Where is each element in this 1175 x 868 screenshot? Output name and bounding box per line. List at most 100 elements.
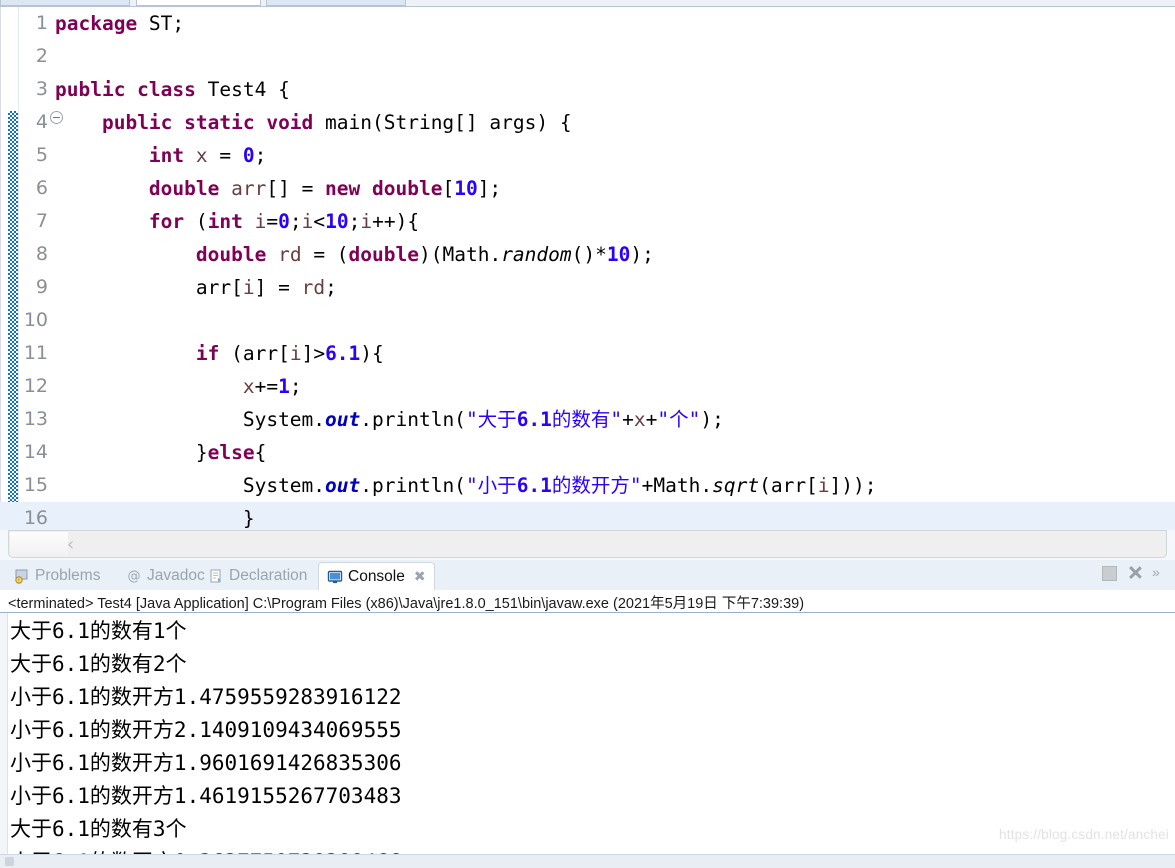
code-token: "大于	[465, 408, 517, 431]
code-token: 6.1	[516, 408, 552, 431]
code-token: i	[242, 210, 267, 233]
code-text: package ST;	[55, 7, 184, 40]
bottom-scroll-thumb[interactable]	[5, 857, 14, 866]
line-number: 14	[23, 441, 48, 463]
code-token: for	[148, 210, 185, 233]
editor-tab-2-active[interactable]	[136, 0, 261, 6]
code-token: = (	[313, 243, 349, 266]
code-line[interactable]: 11 if (arr[i]>6.1){	[0, 337, 1175, 370]
code-line[interactable]: 5 int x = 0;	[0, 139, 1175, 172]
code-line[interactable]: 4− public static void main(String[] args…	[0, 106, 1175, 139]
code-line[interactable]: 16 }	[0, 502, 1175, 530]
line-number: 9	[35, 276, 48, 298]
console-output-line: 小于6.1的数开方2.1409109434069555	[10, 718, 402, 742]
source-editor[interactable]: 1 package ST; 2 3 public class Test4 {4− pub…	[0, 7, 1175, 530]
code-token: 0	[242, 144, 255, 167]
javadoc-icon: @	[126, 568, 142, 584]
watermark-text: https://blog.csdn.net/anchei	[999, 827, 1169, 842]
code-token: (	[184, 210, 208, 233]
tab-console[interactable]: Console ✖	[318, 562, 435, 590]
code-text: double rd = (double)(Math.random()*10);	[55, 238, 654, 271]
editor-tab-3[interactable]	[266, 0, 406, 6]
code-token: 6.1	[516, 474, 552, 497]
code-line[interactable]: 3 public class Test4 {	[0, 73, 1175, 106]
code-line[interactable]: 13 System.out.println("大于6.1的数有"+x+"个");	[0, 403, 1175, 436]
console-output-line: 小于6.1的数开方1.4759559283916122	[10, 685, 402, 709]
code-line[interactable]: 15 System.out.println("小于6.1的数开方"+Math.s…	[0, 469, 1175, 502]
editor-tab-1[interactable]	[0, 0, 130, 6]
code-line[interactable]: 10	[0, 304, 1175, 337]
tab-problems[interactable]: ! Problems	[6, 562, 108, 590]
code-token: +Math.	[641, 474, 713, 497]
code-text: public class Test4 {	[55, 73, 290, 106]
code-token: 10	[606, 243, 631, 266]
tab-label: Console	[348, 567, 405, 585]
tab-label: Javadoc	[147, 567, 205, 584]
code-line[interactable]: 2	[0, 40, 1175, 73]
code-token: ;	[289, 375, 302, 398]
tab-label: Declaration	[229, 567, 308, 584]
code-token: i	[817, 474, 830, 497]
editor-horizontal-scrollbar[interactable]: ‹	[8, 530, 1167, 558]
code-text: System.out.println("大于6.1的数有"+x+"个");	[55, 403, 724, 436]
console-output-line: 小于6.1的数开方1.9601691426835306	[10, 751, 402, 775]
code-token: rd	[266, 243, 314, 266]
console-output-line: 小于6.1的数开方1.4619155267703483	[10, 784, 402, 808]
code-line[interactable]: 7 for (int i=0;i<10;i++){	[0, 205, 1175, 238]
tab-declaration[interactable]: Declaration	[200, 562, 315, 590]
code-text: public static void main(String[] args) {	[55, 106, 572, 139]
code-line[interactable]: 14 }else{	[0, 436, 1175, 469]
code-token: )(Math.	[419, 243, 502, 266]
tab-javadoc[interactable]: @ Javadoc	[118, 562, 213, 590]
declaration-icon	[208, 568, 224, 584]
code-token: ]));	[829, 474, 877, 497]
code-token: ;	[325, 276, 337, 299]
view-menu-icon[interactable]: »	[1152, 564, 1169, 581]
code-token: <	[313, 210, 326, 233]
scrollbar-thumb[interactable]	[10, 532, 68, 556]
code-token: i	[301, 210, 314, 233]
code-token: System.	[242, 408, 326, 431]
code-token: double	[195, 243, 267, 266]
code-line[interactable]: 9 arr[i] = rd;	[0, 271, 1175, 304]
line-number: 16	[23, 507, 48, 529]
code-token: out	[325, 408, 361, 431]
code-token: ;	[289, 210, 302, 233]
console-output[interactable]: 大于6.1的数有1个 大于6.1的数有2个 小于6.1的数开方1.475955928…	[10, 615, 1165, 868]
code-token: );	[700, 408, 724, 431]
close-icon[interactable]	[1126, 564, 1143, 581]
code-token: ){	[360, 342, 384, 365]
code-token: ++){	[372, 210, 420, 233]
code-token: [] =	[266, 177, 326, 200]
code-token: 10	[454, 177, 478, 200]
code-token: if	[195, 342, 220, 365]
console-divider	[0, 612, 1175, 613]
view-toolbar[interactable]: »	[1100, 564, 1169, 581]
code-text: }else{	[55, 436, 266, 469]
code-token: 0	[278, 210, 290, 233]
code-line[interactable]: 8 double rd = (double)(Math.random()*10)…	[0, 238, 1175, 271]
code-token: 的数有"	[551, 408, 623, 431]
code-token: int	[207, 210, 243, 233]
code-line[interactable]: 1 package ST;	[0, 7, 1175, 40]
tab-close-icon[interactable]: ✖	[414, 568, 426, 585]
code-line[interactable]: 6 double arr[] = new double[10];	[0, 172, 1175, 205]
code-token: arr[	[195, 276, 243, 299]
view-tab-bar[interactable]: ! Problems @ Javadoc Declaration Console ✖	[0, 560, 1175, 590]
code-text: if (arr[i]>6.1){	[55, 337, 384, 370]
code-lines[interactable]: 1 package ST; 2 3 public class Test4 {4− pub…	[0, 7, 1175, 530]
code-token: "小于	[465, 474, 517, 497]
code-token: package	[55, 12, 138, 35]
code-line[interactable]: 12 x+=1;	[0, 370, 1175, 403]
code-token: }	[242, 507, 255, 530]
code-token: i	[242, 276, 255, 299]
code-token: 1	[278, 375, 290, 398]
code-token: out	[325, 474, 361, 497]
chevron-left-icon[interactable]: ‹	[67, 534, 74, 555]
code-text: x+=1;	[55, 370, 302, 403]
code-token: x	[633, 408, 646, 431]
stop-icon[interactable]	[1100, 564, 1117, 581]
code-token: 的数开方"	[551, 474, 642, 497]
code-token: arr	[219, 177, 267, 200]
console-view: ! Problems @ Javadoc Declaration Console ✖ » <…	[0, 560, 1175, 868]
